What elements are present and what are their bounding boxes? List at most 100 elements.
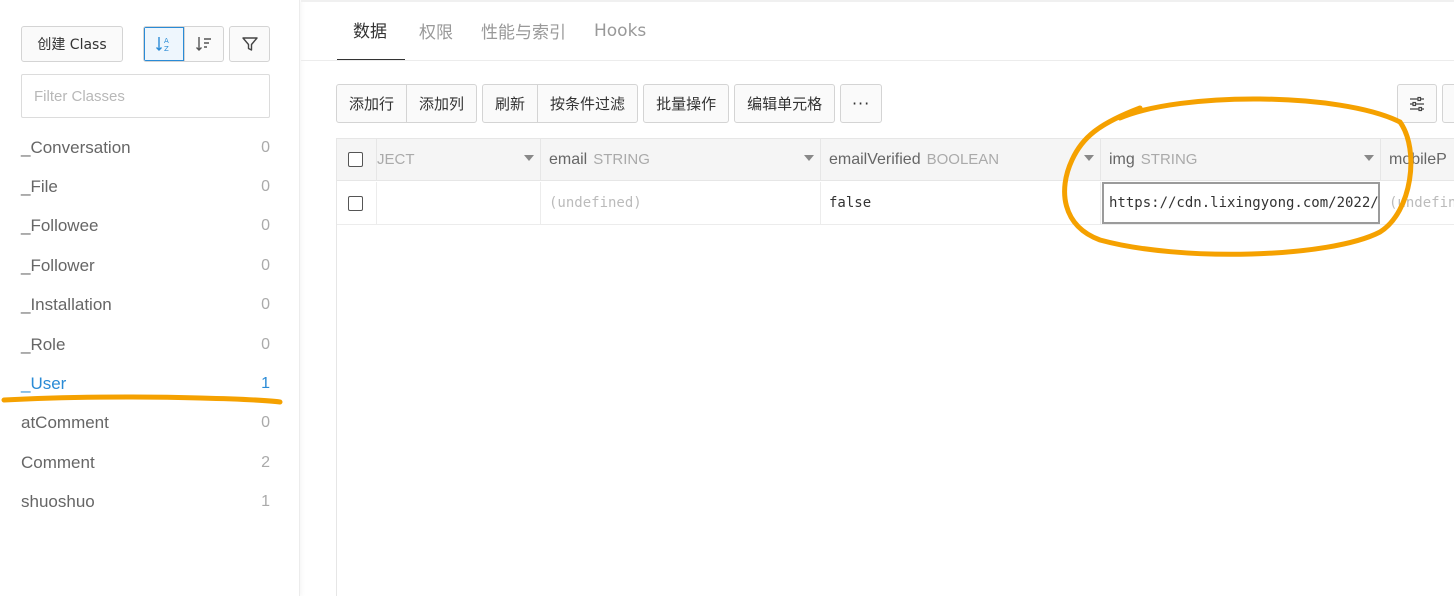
class-name: _File bbox=[21, 177, 58, 197]
table-header: JECT email STRING emailVerified BOOLEAN … bbox=[337, 139, 1454, 181]
class-list: _Conversation 0 _File 0 _Followee 0 _Fol… bbox=[21, 128, 270, 522]
class-name: atComment bbox=[21, 413, 109, 433]
class-item-follower[interactable]: _Follower 0 bbox=[21, 246, 270, 285]
refresh-button[interactable]: 刷新 bbox=[483, 85, 537, 122]
class-name: _Role bbox=[21, 334, 66, 354]
header-cell-img: img STRING bbox=[1101, 139, 1381, 180]
class-count: 0 bbox=[261, 256, 270, 274]
class-sidebar: 创建 Class A Z _ bbox=[0, 0, 300, 596]
header-cell-mobile: mobileP bbox=[1381, 139, 1454, 180]
class-item-comment[interactable]: Comment 2 bbox=[21, 443, 270, 482]
app-root: 创建 Class A Z _ bbox=[0, 0, 1454, 596]
class-count: 0 bbox=[261, 217, 270, 235]
refresh-group: 刷新 按条件过滤 bbox=[482, 84, 639, 123]
class-count: 0 bbox=[261, 178, 270, 196]
class-name: _Installation bbox=[21, 295, 112, 315]
svg-text:A: A bbox=[164, 37, 169, 45]
sort-count-button[interactable] bbox=[184, 27, 223, 61]
class-count: 0 bbox=[261, 414, 270, 432]
class-name: _Follower bbox=[21, 255, 95, 275]
row-select-cell bbox=[337, 182, 377, 224]
class-name: shuoshuo bbox=[21, 492, 95, 512]
column-name: mobileP bbox=[1389, 150, 1447, 168]
class-count: 0 bbox=[261, 296, 270, 314]
class-count: 1 bbox=[261, 493, 270, 511]
more-button[interactable]: ··· bbox=[841, 85, 881, 122]
table-row[interactable]: (undefined) false https://cdn.lixingyong… bbox=[337, 182, 1454, 225]
row-checkbox[interactable] bbox=[348, 195, 363, 211]
class-item-user[interactable]: _User 1 bbox=[21, 364, 270, 403]
sort-toggle-group: A Z bbox=[143, 26, 224, 62]
tab-divider bbox=[301, 60, 1454, 61]
cell-value: (undefin bbox=[1389, 195, 1454, 211]
cell-img-selected[interactable]: https://cdn.lixingyong.com/2022/ bbox=[1102, 182, 1380, 224]
class-count: 2 bbox=[261, 453, 270, 471]
tab-permissions[interactable]: 权限 bbox=[405, 0, 467, 61]
svg-text:Z: Z bbox=[164, 45, 169, 53]
tab-performance-index[interactable]: 性能与索引 bbox=[467, 0, 580, 61]
data-toolbar: 添加行 添加列 刷新 按条件过滤 批量操作 编辑单元格 ··· bbox=[336, 84, 887, 123]
filter-icon bbox=[241, 37, 258, 51]
dropdown-caret-icon[interactable] bbox=[1084, 155, 1094, 161]
column-type: JECT bbox=[377, 151, 415, 168]
main-panel: 数据 权限 性能与索引 Hooks 添加行 添加列 刷新 按条件过滤 批量操作 … bbox=[301, 0, 1454, 596]
batch-group: 批量操作 bbox=[643, 84, 730, 123]
class-name: _Followee bbox=[21, 216, 99, 236]
class-item-conversation[interactable]: _Conversation 0 bbox=[21, 128, 270, 167]
class-item-followee[interactable]: _Followee 0 bbox=[21, 207, 270, 246]
sort-desc-icon bbox=[196, 37, 211, 51]
column-type: BOOLEAN bbox=[926, 151, 1000, 168]
header-select-all-cell bbox=[337, 139, 377, 180]
tab-bar: 数据 权限 性能与索引 Hooks bbox=[337, 0, 660, 61]
add-row-button[interactable]: 添加行 bbox=[337, 85, 406, 122]
sort-alpha-icon: A Z bbox=[156, 37, 169, 53]
cell-object[interactable] bbox=[377, 182, 541, 224]
dropdown-caret-icon[interactable] bbox=[1364, 155, 1374, 161]
cell-mobile[interactable]: (undefin bbox=[1381, 182, 1454, 224]
column-name: email bbox=[549, 150, 588, 168]
class-name: _Conversation bbox=[21, 137, 131, 157]
class-name: Comment bbox=[21, 452, 95, 472]
dropdown-caret-icon[interactable] bbox=[804, 155, 814, 161]
add-column-button[interactable]: 添加列 bbox=[406, 85, 476, 122]
dropdown-caret-icon[interactable] bbox=[524, 155, 534, 161]
class-item-shuoshuo[interactable]: shuoshuo 1 bbox=[21, 483, 270, 522]
tab-hooks[interactable]: Hooks bbox=[580, 0, 660, 61]
filter-button[interactable] bbox=[229, 26, 270, 62]
sort-alpha-button[interactable]: A Z bbox=[144, 27, 184, 61]
column-settings-icon bbox=[1410, 96, 1424, 111]
cell-value: (undefined) bbox=[549, 195, 642, 211]
column-type: STRING bbox=[593, 151, 650, 168]
select-all-checkbox[interactable] bbox=[348, 152, 363, 167]
class-count: 0 bbox=[261, 138, 270, 156]
filter-classes-input[interactable] bbox=[21, 74, 270, 118]
cell-emailverified[interactable]: false bbox=[821, 182, 1101, 224]
column-name: img bbox=[1109, 150, 1135, 168]
data-table: JECT email STRING emailVerified BOOLEAN … bbox=[336, 138, 1454, 596]
cell-email[interactable]: (undefined) bbox=[541, 182, 821, 224]
cell-value: false bbox=[829, 195, 872, 211]
column-name: emailVerified bbox=[829, 150, 921, 168]
column-type: STRING bbox=[1140, 151, 1198, 168]
class-item-role[interactable]: _Role 0 bbox=[21, 325, 270, 364]
header-cell-emailverified: emailVerified BOOLEAN bbox=[821, 139, 1101, 180]
create-class-button[interactable]: 创建 Class bbox=[21, 26, 123, 62]
class-item-file[interactable]: _File 0 bbox=[21, 167, 270, 206]
more-group: ··· bbox=[840, 84, 883, 123]
class-count: 1 bbox=[261, 375, 270, 393]
class-item-installation[interactable]: _Installation 0 bbox=[21, 286, 270, 325]
header-cell-object: JECT bbox=[377, 139, 541, 180]
header-cell-email: email STRING bbox=[541, 139, 821, 180]
column-settings-button[interactable] bbox=[1397, 84, 1437, 123]
class-item-atcomment[interactable]: atComment 0 bbox=[21, 404, 270, 443]
batch-operations-button[interactable]: 批量操作 bbox=[644, 85, 728, 122]
edit-group: 编辑单元格 bbox=[734, 84, 836, 123]
add-group: 添加行 添加列 bbox=[336, 84, 478, 123]
class-name: _User bbox=[21, 374, 67, 394]
condition-filter-button[interactable]: 按条件过滤 bbox=[537, 85, 637, 122]
class-count: 0 bbox=[261, 335, 270, 353]
tab-data[interactable]: 数据 bbox=[337, 0, 405, 61]
cell-value: https://cdn.lixingyong.com/2022/ bbox=[1109, 195, 1379, 211]
edit-cell-button[interactable]: 编辑单元格 bbox=[735, 85, 834, 122]
extra-toolbar-button[interactable] bbox=[1442, 84, 1454, 123]
